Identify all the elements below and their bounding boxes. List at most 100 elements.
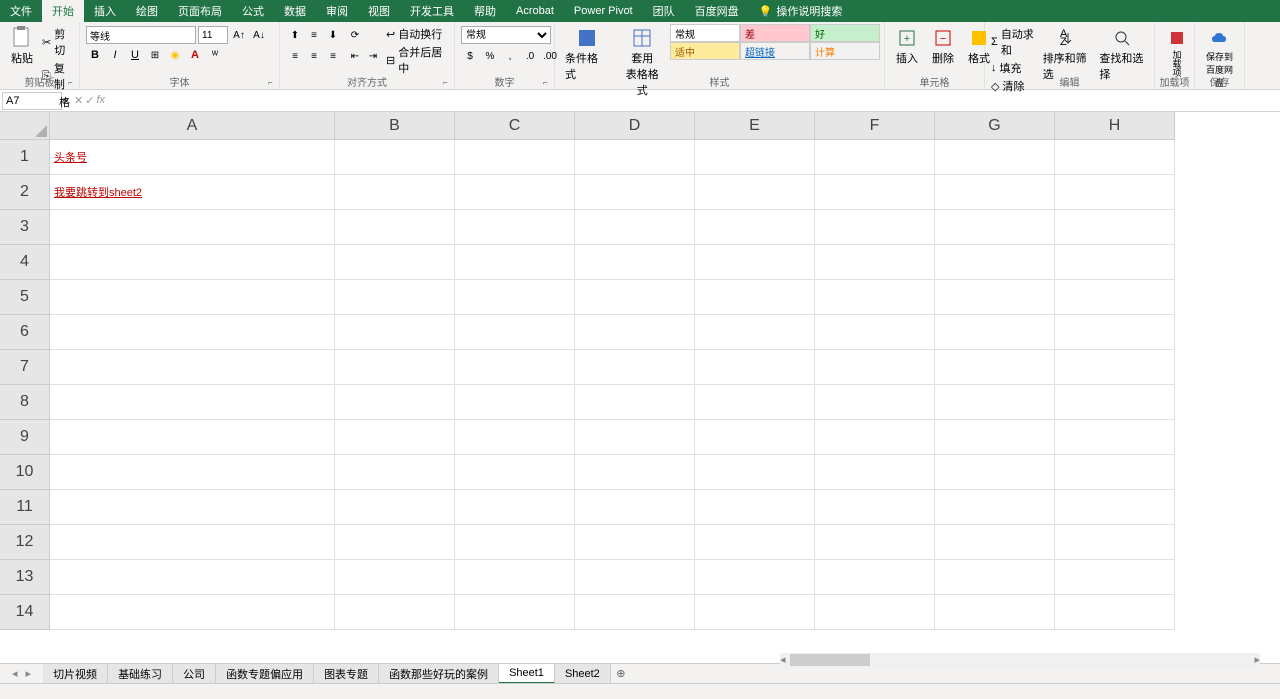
cell[interactable] [935,595,1055,630]
cell[interactable] [695,210,815,245]
cell[interactable] [50,210,335,245]
number-format-select[interactable]: 常规 [461,26,551,44]
cell[interactable] [815,175,935,210]
italic-button[interactable]: I [106,46,124,64]
row-header[interactable]: 14 [0,595,50,630]
font-name-select[interactable] [86,26,196,44]
tab-view[interactable]: 视图 [358,0,400,22]
autosum-button[interactable]: Σ自动求和 [991,26,1035,58]
cell[interactable] [455,175,575,210]
comma-button[interactable]: , [501,47,519,65]
cells-area[interactable]: 头条号我要跳转到sheet2 [50,140,1175,630]
currency-button[interactable]: $ [461,47,479,65]
increase-font-button[interactable]: A↑ [230,26,248,44]
cell[interactable] [575,385,695,420]
sheet-tab[interactable]: 函数专题偏应用 [216,664,314,684]
cell[interactable] [1055,455,1175,490]
cell[interactable] [935,490,1055,525]
column-header[interactable]: D [575,112,695,140]
cell[interactable] [1055,140,1175,175]
tab-data[interactable]: 数据 [274,0,316,22]
tab-dev[interactable]: 开发工具 [400,0,464,22]
sheet-nav-next-icon[interactable]: ▸ [26,667,32,680]
align-left-button[interactable]: ≡ [286,47,304,65]
increase-decimal-button[interactable]: .0 [521,47,539,65]
cell[interactable] [1055,210,1175,245]
fill-color-button[interactable]: ◉ [166,46,184,64]
sheet-tab[interactable]: Sheet1 [499,664,555,684]
sheet-tab[interactable]: 图表专题 [314,664,379,684]
cell[interactable] [1055,245,1175,280]
row-header[interactable]: 2 [0,175,50,210]
row-header[interactable]: 5 [0,280,50,315]
style-neutral[interactable]: 适中 [670,42,740,60]
cell[interactable] [335,560,455,595]
row-header[interactable]: 7 [0,350,50,385]
bold-button[interactable]: B [86,46,104,64]
cell[interactable] [1055,595,1175,630]
border-button[interactable]: ⊞ [146,46,164,64]
cell[interactable] [575,350,695,385]
tab-acrobat[interactable]: Acrobat [506,0,564,22]
cell[interactable] [575,595,695,630]
font-color-button[interactable]: A [186,46,204,64]
underline-button[interactable]: U [126,46,144,64]
sheet-tab[interactable]: 公司 [173,664,216,684]
tab-layout[interactable]: 页面布局 [168,0,232,22]
cell[interactable] [455,560,575,595]
enter-formula-icon[interactable]: ✓ [85,94,94,107]
delete-cells-button[interactable]: − 删除 [925,24,961,68]
decrease-indent-button[interactable]: ⇤ [346,47,364,65]
style-calc[interactable]: 计算 [810,42,880,60]
cell[interactable] [815,560,935,595]
cell[interactable] [455,280,575,315]
row-header[interactable]: 4 [0,245,50,280]
sheet-tab[interactable]: 函数那些好玩的案例 [379,664,499,684]
cell[interactable] [50,560,335,595]
cell[interactable] [575,210,695,245]
scroll-left-icon[interactable]: ◂ [780,653,786,666]
cell-styles-gallery[interactable]: 常规 差 好 适中 超链接 计算 [670,24,880,60]
merge-center-button[interactable]: ⊟合并后居中 [386,44,448,76]
cell[interactable] [815,595,935,630]
number-launcher[interactable]: ⌐ [543,78,553,88]
cell[interactable] [455,490,575,525]
cell[interactable] [935,280,1055,315]
phonetic-button[interactable]: ᵂ [206,46,224,64]
cell[interactable] [455,455,575,490]
cell[interactable] [50,455,335,490]
cell[interactable] [335,455,455,490]
cell[interactable]: 头条号 [50,140,335,175]
tab-formulas[interactable]: 公式 [232,0,274,22]
align-center-button[interactable]: ≡ [305,47,323,65]
cell[interactable] [695,595,815,630]
percent-button[interactable]: % [481,47,499,65]
sheet-tab[interactable]: 基础练习 [108,664,173,684]
cell[interactable] [815,140,935,175]
paste-button[interactable]: 粘贴 [4,24,40,68]
cell[interactable] [935,350,1055,385]
horizontal-scrollbar[interactable]: ◂ ▸ [780,653,1260,667]
cell[interactable] [935,140,1055,175]
row-header[interactable]: 10 [0,455,50,490]
cell[interactable] [50,420,335,455]
cell[interactable] [695,385,815,420]
tab-baidu[interactable]: 百度网盘 [685,0,749,22]
column-header[interactable]: E [695,112,815,140]
style-bad[interactable]: 差 [740,24,810,42]
tab-home[interactable]: 开始 [42,0,84,22]
hyperlink-text[interactable]: 我要跳转到sheet2 [54,184,142,200]
cell[interactable] [455,210,575,245]
cell[interactable] [815,210,935,245]
cell[interactable] [455,350,575,385]
cell[interactable] [335,525,455,560]
sheet-tab[interactable]: Sheet2 [555,664,611,684]
sheet-nav-prev-icon[interactable]: ◂ [12,667,18,680]
cell[interactable] [695,455,815,490]
cell[interactable] [335,140,455,175]
cell[interactable] [455,245,575,280]
orientation-button[interactable]: ⟳ [346,26,364,44]
cell[interactable] [455,315,575,350]
cell[interactable] [1055,350,1175,385]
column-header[interactable]: G [935,112,1055,140]
